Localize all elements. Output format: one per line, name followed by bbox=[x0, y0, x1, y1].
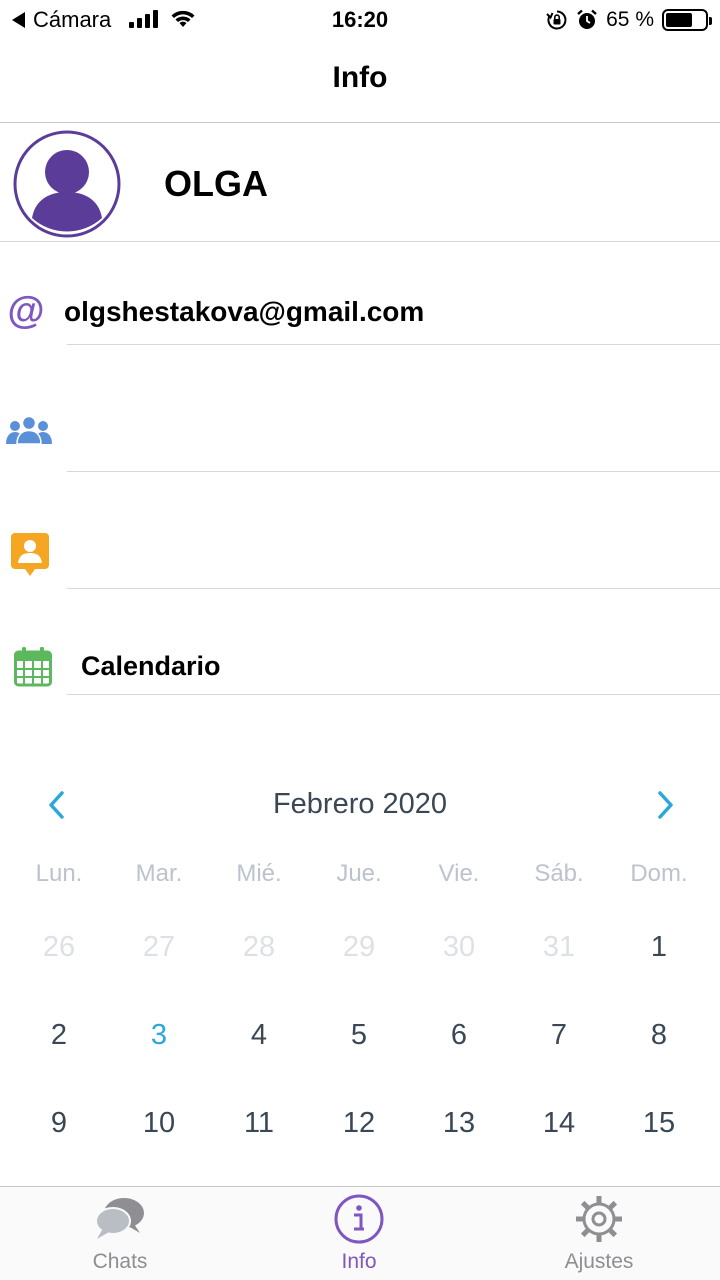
calendar-day[interactable]: 9 bbox=[9, 1103, 109, 1143]
calendar-icon[interactable] bbox=[14, 647, 52, 687]
profile-name: OLGA bbox=[164, 163, 268, 204]
calendar-day-outside-month: 28 bbox=[242, 931, 276, 963]
rotation-lock-icon bbox=[546, 10, 567, 30]
chevron-right-icon[interactable] bbox=[652, 790, 678, 820]
calendar-week: 2 3 4 5 6 7 8 bbox=[9, 1015, 709, 1055]
calendar-day[interactable]: 10 bbox=[109, 1103, 209, 1143]
calendar-day-outside-month: 31 bbox=[542, 931, 576, 963]
tab-label: Info bbox=[341, 1250, 377, 1273]
calendar-day[interactable]: 6 bbox=[409, 1015, 509, 1055]
calendar-day[interactable]: 12 bbox=[309, 1103, 409, 1143]
tab-info[interactable]: Info bbox=[279, 1187, 439, 1280]
calendar-day-outside-month: 30 bbox=[442, 931, 476, 963]
page-title: Info bbox=[332, 61, 388, 94]
calendar-day-outside-month: 26 bbox=[42, 931, 76, 963]
status-right-group: 65 % bbox=[546, 6, 712, 34]
tab-label: Chats bbox=[92, 1250, 148, 1273]
nav-divider bbox=[0, 122, 720, 123]
weekday-label: Mar. bbox=[135, 860, 183, 887]
calendar-weekdays: Lun. Mar. Mié. Jue. Vie. Sáb. Dom. bbox=[9, 856, 709, 892]
gear-icon bbox=[576, 1196, 622, 1242]
at-icon: @ bbox=[7, 292, 44, 330]
profile-divider bbox=[0, 241, 720, 242]
tab-chats[interactable]: Chats bbox=[40, 1187, 200, 1280]
row-divider bbox=[67, 471, 720, 472]
weekday-label: Dom. bbox=[630, 860, 688, 887]
battery-icon bbox=[662, 9, 712, 31]
calendar-day[interactable]: 4 bbox=[209, 1015, 309, 1055]
calendar-label[interactable]: Calendario bbox=[81, 648, 221, 684]
weekday-label: Lun. bbox=[35, 860, 83, 887]
calendar-day-today[interactable]: 3 bbox=[109, 1015, 209, 1055]
battery-percentage: 65 % bbox=[606, 8, 654, 31]
calendar-day[interactable]: 8 bbox=[609, 1015, 709, 1055]
weekday-label: Vie. bbox=[438, 860, 480, 887]
svg-text:@: @ bbox=[7, 292, 44, 330]
calendar-month-title: Febrero 2020 bbox=[272, 788, 448, 820]
calendar-day[interactable]: 13 bbox=[409, 1103, 509, 1143]
calendar-week: 26 27 28 29 30 31 1 bbox=[9, 927, 709, 967]
calendar-day[interactable]: 15 bbox=[609, 1103, 709, 1143]
row-divider bbox=[67, 694, 720, 695]
calendar-day[interactable]: 5 bbox=[309, 1015, 409, 1055]
calendar-day-outside-month: 27 bbox=[142, 931, 176, 963]
tab-settings[interactable]: Ajustes bbox=[519, 1187, 679, 1280]
calendar-header: Febrero 2020 bbox=[0, 784, 720, 824]
info-icon bbox=[334, 1194, 384, 1244]
row-divider bbox=[67, 344, 720, 345]
tab-label: Ajustes bbox=[564, 1250, 634, 1273]
calendar-day[interactable]: 11 bbox=[209, 1103, 309, 1143]
calendar-day[interactable]: 1 bbox=[609, 927, 709, 967]
row-divider bbox=[67, 588, 720, 589]
calendar-day-outside-month: 29 bbox=[342, 931, 376, 963]
chat-bubbles-icon bbox=[95, 1198, 144, 1239]
calendar-day[interactable]: 7 bbox=[509, 1015, 609, 1055]
alarm-clock-icon bbox=[577, 9, 597, 29]
calendar-week: 9 10 11 12 13 14 15 bbox=[9, 1103, 709, 1143]
calendar-day[interactable]: 2 bbox=[9, 1015, 109, 1055]
weekday-label: Mié. bbox=[236, 860, 282, 887]
tab-bar: Chats Info Ajustes bbox=[0, 1186, 720, 1280]
contact-card-icon[interactable] bbox=[11, 533, 49, 577]
email-value[interactable]: olgshestakova@gmail.com bbox=[64, 294, 424, 330]
calendar-day[interactable]: 14 bbox=[509, 1103, 609, 1143]
avatar[interactable] bbox=[13, 130, 121, 238]
group-icon[interactable] bbox=[6, 414, 52, 446]
weekday-label: Jue. bbox=[336, 860, 382, 887]
status-bar: Cámara 16:20 65 % bbox=[0, 0, 720, 40]
weekday-label: Sáb. bbox=[534, 860, 584, 887]
